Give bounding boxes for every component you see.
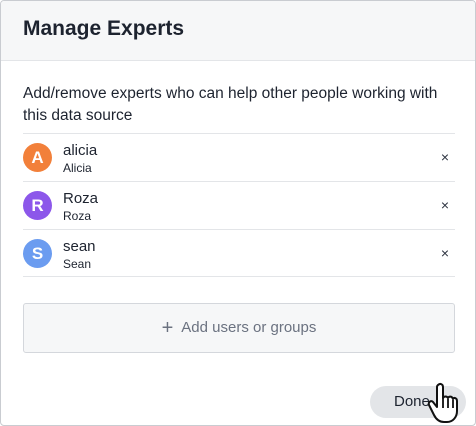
expert-list: A alicia Alicia × R Roza Roza × S sean S… [23,133,455,277]
remove-expert-button-alicia[interactable]: × [435,147,455,167]
expert-username: sean [63,238,96,255]
plus-icon: + [161,317,174,339]
add-button-label: Add users or groups [181,319,317,336]
dialog-description: Add/remove experts who can help other pe… [23,85,438,124]
remove-expert-button-sean[interactable]: × [435,243,455,263]
dialog-title: Manage Experts [23,17,185,40]
expert-row-roza: R Roza Roza × [23,181,455,229]
expert-row-sean: S sean Sean × [23,229,455,277]
expert-row-alicia: A alicia Alicia × [23,133,455,181]
close-icon: × [440,149,450,165]
close-icon: × [440,245,450,261]
avatar: R [23,191,52,220]
hand-pointer-cursor-icon [427,382,458,423]
expert-display-name: Roza [63,209,92,223]
expert-display-name: Sean [63,257,92,271]
avatar: A [23,143,52,172]
manage-experts-dialog: Manage Experts Add/remove experts who ca… [0,0,476,426]
remove-expert-button-roza[interactable]: × [435,195,455,215]
expert-display-name: Alicia [63,161,92,175]
avatar: S [23,239,52,268]
expert-username: Roza [63,190,99,207]
dialog-header: Manage Experts [1,1,475,61]
expert-username: alicia [63,142,98,159]
close-icon: × [440,197,450,213]
add-users-or-groups-button[interactable]: + Add users or groups [23,303,455,353]
